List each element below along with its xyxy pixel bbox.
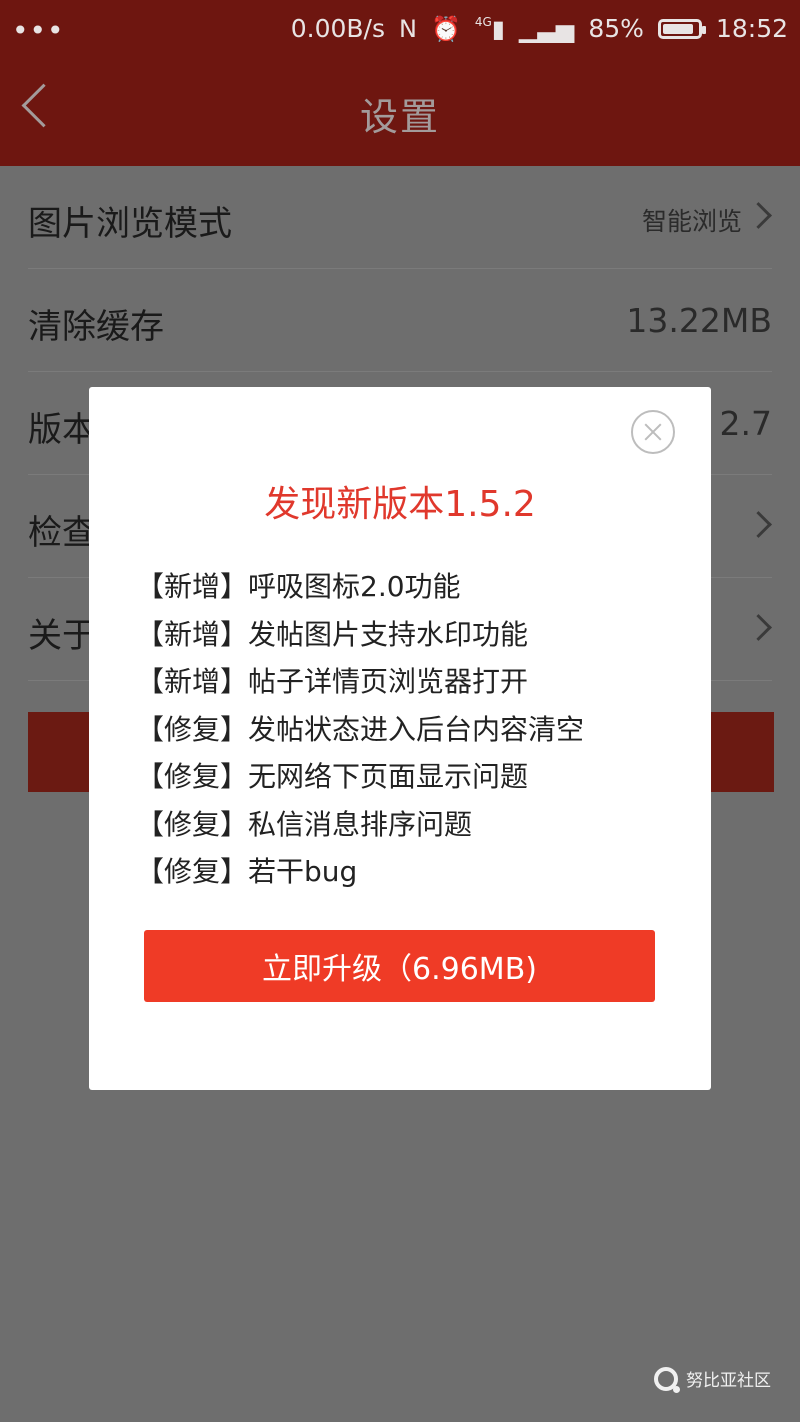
signal-icon: ▁▃▅ bbox=[519, 14, 575, 43]
clock: 18:52 bbox=[715, 14, 788, 43]
chevron-right-icon bbox=[745, 202, 772, 229]
changelog-item: 【修复】若干bug bbox=[136, 855, 358, 888]
close-icon[interactable] bbox=[631, 410, 675, 454]
version-value: 2.7 bbox=[719, 404, 772, 443]
status-bar: ••• 0.00B/s N ⏰ 4G▮ ▁▃▅ 85% 18:52 bbox=[0, 0, 800, 58]
setting-label: 检查 bbox=[28, 513, 96, 553]
update-dialog: 发现新版本1.5.2 【新增】呼吸图标2.0功能 【新增】发帖图片支持水印功能 … bbox=[89, 387, 711, 1090]
changelog-item: 【新增】发帖图片支持水印功能 bbox=[136, 617, 529, 651]
notification-dots-icon: ••• bbox=[12, 14, 65, 47]
nubia-logo-icon bbox=[654, 1366, 680, 1393]
watermark-text: 努比亚社区 bbox=[686, 1371, 771, 1391]
signal-4g-label: 4G bbox=[474, 14, 492, 29]
setting-image-browse-mode[interactable]: 图片浏览模式 智能浏览 bbox=[28, 166, 772, 269]
battery-icon bbox=[657, 18, 706, 39]
setting-value: 智能浏览 bbox=[641, 207, 742, 236]
chevron-right-icon bbox=[745, 614, 772, 641]
changelog-item: 【新增】帖子详情页浏览器打开 bbox=[136, 665, 529, 698]
dialog-title: 发现新版本1.5.2 bbox=[264, 484, 536, 525]
changelog-item: 【新增】呼吸图标2.0功能 bbox=[136, 570, 461, 603]
network-speed: 0.00B/s bbox=[290, 14, 385, 43]
chevron-right-icon bbox=[745, 511, 772, 538]
signal-4g-icon: 4G▮ bbox=[474, 14, 505, 43]
upgrade-now-button[interactable]: 立即升级（6.96MB) bbox=[144, 930, 655, 1002]
nfc-icon: N bbox=[399, 14, 417, 43]
changelog-item: 【修复】发帖状态进入后台内容清空 bbox=[136, 712, 585, 746]
changelog-item: 【修复】无网络下页面显示问题 bbox=[136, 760, 529, 793]
setting-label: 清除缓存 bbox=[28, 307, 164, 347]
watermark: 努比亚社区 bbox=[654, 1366, 771, 1393]
changelog-item: 【修复】私信消息排序问题 bbox=[136, 807, 473, 841]
status-bar-right: 0.00B/s N ⏰ 4G▮ ▁▃▅ 85% 18:52 bbox=[291, 14, 788, 43]
setting-label: 图片浏览模式 bbox=[28, 204, 232, 244]
alarm-icon: ⏰ bbox=[430, 14, 461, 43]
changelog-list: 【新增】呼吸图标2.0功能 【新增】发帖图片支持水印功能 【新增】帖子详情页浏览… bbox=[136, 563, 584, 896]
setting-label: 版本 bbox=[28, 410, 96, 450]
page-title: 设置 bbox=[359, 95, 440, 139]
cache-size: 13.22MB bbox=[626, 301, 772, 340]
setting-clear-cache[interactable]: 清除缓存 13.22MB bbox=[28, 269, 772, 372]
app-header: 设置 bbox=[0, 58, 800, 166]
battery-percent: 85% bbox=[588, 14, 644, 43]
setting-label: 关于 bbox=[28, 616, 96, 656]
